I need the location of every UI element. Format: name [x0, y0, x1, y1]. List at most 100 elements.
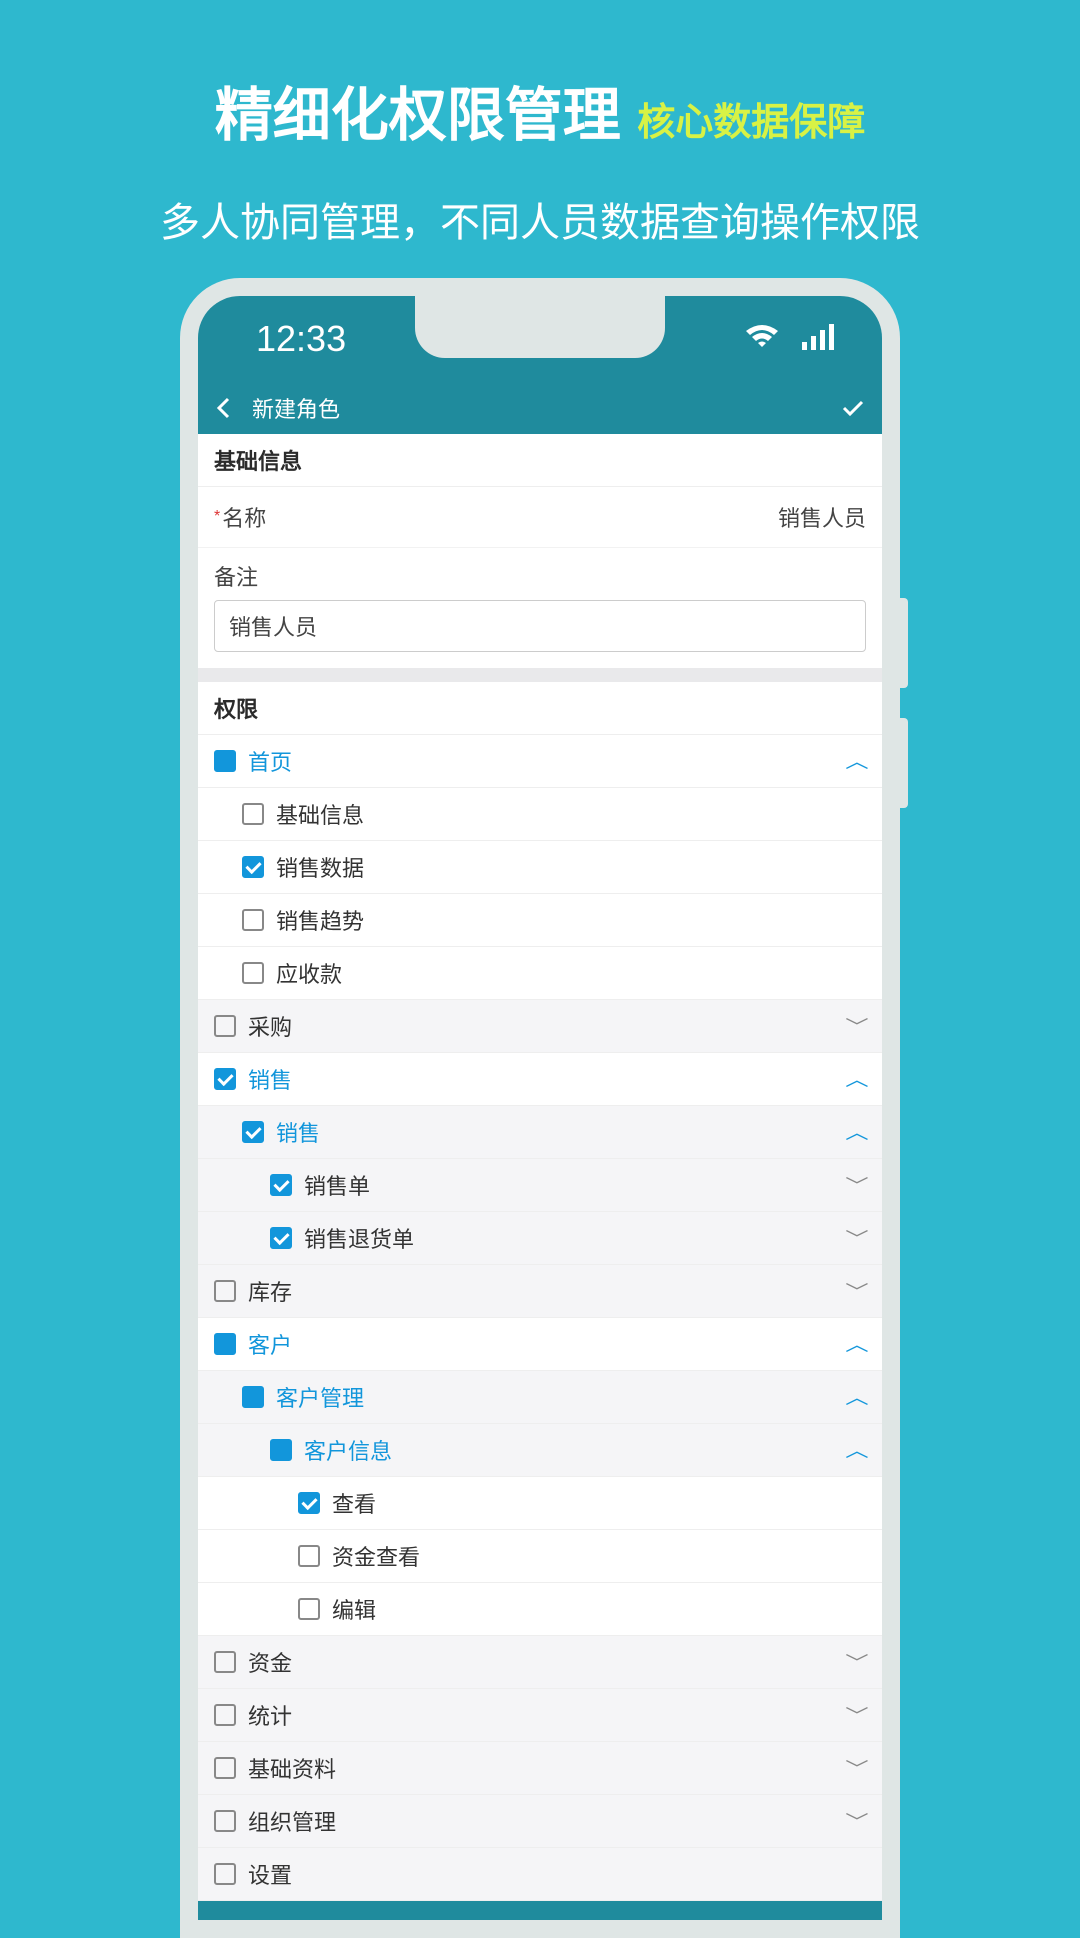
permission-row[interactable]: 设置 [198, 1848, 882, 1901]
permission-row[interactable]: 应收款 [198, 947, 882, 1000]
permission-row[interactable]: 查看 [198, 1477, 882, 1530]
checkbox[interactable] [214, 750, 236, 772]
permission-row[interactable]: 销售趋势 [198, 894, 882, 947]
name-label: 名称 [222, 501, 266, 533]
permission-row[interactable]: 首页︿ [198, 735, 882, 788]
permission-label: 销售退货单 [304, 1222, 848, 1254]
permission-row[interactable]: 基础信息 [198, 788, 882, 841]
name-value: 销售人员 [778, 501, 866, 533]
checkbox[interactable] [214, 1068, 236, 1090]
permission-label: 资金 [248, 1646, 848, 1678]
chevron-down-icon[interactable]: ﹀ [845, 1808, 868, 1834]
permission-row[interactable]: 客户管理︿ [198, 1371, 882, 1424]
permission-row[interactable]: 销售︿ [198, 1106, 882, 1159]
chevron-down-icon[interactable]: ﹀ [845, 1172, 868, 1198]
permission-label: 客户管理 [276, 1381, 848, 1413]
permission-label: 客户信息 [304, 1434, 848, 1466]
checkbox[interactable] [214, 1333, 236, 1355]
checkbox[interactable] [214, 1863, 236, 1885]
permission-row[interactable]: 销售退货单﹀ [198, 1212, 882, 1265]
remark-input[interactable] [214, 600, 866, 652]
checkbox[interactable] [298, 1598, 320, 1620]
phone-volume-down [900, 718, 908, 808]
permission-label: 库存 [248, 1275, 848, 1307]
permission-row[interactable]: 销售单﹀ [198, 1159, 882, 1212]
checkbox[interactable] [242, 1386, 264, 1408]
chevron-up-icon[interactable]: ︿ [845, 1331, 868, 1357]
promo-description: 多人协同管理，不同人员数据查询操作权限 [0, 190, 1080, 248]
checkbox[interactable] [214, 1015, 236, 1037]
promo-title: 精细化权限管理 [215, 68, 621, 152]
checkbox[interactable] [298, 1545, 320, 1567]
chevron-down-icon[interactable]: ﹀ [845, 1755, 868, 1781]
permission-label: 资金查看 [332, 1540, 866, 1572]
chevron-down-icon[interactable]: ﹀ [845, 1649, 868, 1675]
checkbox[interactable] [214, 1651, 236, 1673]
section-permission: 权限 [198, 682, 882, 735]
chevron-down-icon[interactable]: ﹀ [845, 1278, 868, 1304]
checkbox[interactable] [214, 1280, 236, 1302]
required-marker: * [214, 508, 220, 526]
permission-label: 销售趋势 [276, 904, 866, 936]
signal-icon [802, 324, 834, 355]
checkbox[interactable] [242, 856, 264, 878]
checkbox[interactable] [270, 1439, 292, 1461]
permission-label: 组织管理 [248, 1805, 848, 1837]
checkbox[interactable] [214, 1757, 236, 1779]
promo-subtitle: 核心数据保障 [637, 91, 865, 146]
nav-bar: 新建角色 [198, 382, 882, 434]
permission-label: 编辑 [332, 1593, 866, 1625]
checkbox[interactable] [242, 962, 264, 984]
permission-label: 首页 [248, 745, 848, 777]
back-button[interactable] [216, 397, 244, 419]
checkbox[interactable] [298, 1492, 320, 1514]
section-basic-info: 基础信息 [198, 434, 882, 487]
permission-label: 统计 [248, 1699, 848, 1731]
wifi-icon [744, 323, 780, 356]
remark-label: 备注 [214, 560, 866, 592]
phone-volume-up [900, 598, 908, 688]
chevron-down-icon[interactable]: ﹀ [845, 1702, 868, 1728]
permission-row[interactable]: 库存﹀ [198, 1265, 882, 1318]
nav-title: 新建角色 [252, 392, 836, 424]
permission-label: 设置 [248, 1858, 866, 1890]
chevron-up-icon[interactable]: ︿ [845, 1437, 868, 1463]
permission-row[interactable]: 客户︿ [198, 1318, 882, 1371]
confirm-button[interactable] [836, 399, 864, 417]
permission-label: 基础信息 [276, 798, 866, 830]
checkbox[interactable] [270, 1227, 292, 1249]
checkbox[interactable] [242, 1121, 264, 1143]
checkbox[interactable] [270, 1174, 292, 1196]
permission-label: 销售 [248, 1063, 848, 1095]
permission-row[interactable]: 销售数据 [198, 841, 882, 894]
chevron-down-icon[interactable]: ﹀ [845, 1225, 868, 1251]
checkbox[interactable] [214, 1704, 236, 1726]
permission-row[interactable]: 客户信息︿ [198, 1424, 882, 1477]
checkbox[interactable] [214, 1810, 236, 1832]
chevron-up-icon[interactable]: ︿ [845, 1066, 868, 1092]
permission-row[interactable]: 采购﹀ [198, 1000, 882, 1053]
permission-label: 销售单 [304, 1169, 848, 1201]
status-time: 12:33 [256, 318, 346, 360]
permission-row[interactable]: 销售︿ [198, 1053, 882, 1106]
permission-row[interactable]: 组织管理﹀ [198, 1795, 882, 1848]
permission-label: 应收款 [276, 957, 866, 989]
permission-row[interactable]: 资金﹀ [198, 1636, 882, 1689]
name-field-row[interactable]: * 名称 销售人员 [198, 487, 882, 548]
permission-label: 基础资料 [248, 1752, 848, 1784]
chevron-up-icon[interactable]: ︿ [845, 748, 868, 774]
phone-mockup: 12:33 新建角色 基础信息 * 名称 [180, 278, 900, 1938]
permission-row[interactable]: 统计﹀ [198, 1689, 882, 1742]
content-area: 基础信息 * 名称 销售人员 备注 权限 首页︿基础信息销售数据销售趋势应收款采… [198, 434, 882, 1901]
permission-row[interactable]: 编辑 [198, 1583, 882, 1636]
permission-label: 采购 [248, 1010, 848, 1042]
permission-row[interactable]: 基础资料﹀ [198, 1742, 882, 1795]
phone-notch [415, 296, 665, 358]
chevron-up-icon[interactable]: ︿ [845, 1384, 868, 1410]
checkbox[interactable] [242, 909, 264, 931]
checkbox[interactable] [242, 803, 264, 825]
permission-row[interactable]: 资金查看 [198, 1530, 882, 1583]
chevron-down-icon[interactable]: ﹀ [845, 1013, 868, 1039]
chevron-up-icon[interactable]: ︿ [845, 1119, 868, 1145]
permission-label: 销售数据 [276, 851, 866, 883]
